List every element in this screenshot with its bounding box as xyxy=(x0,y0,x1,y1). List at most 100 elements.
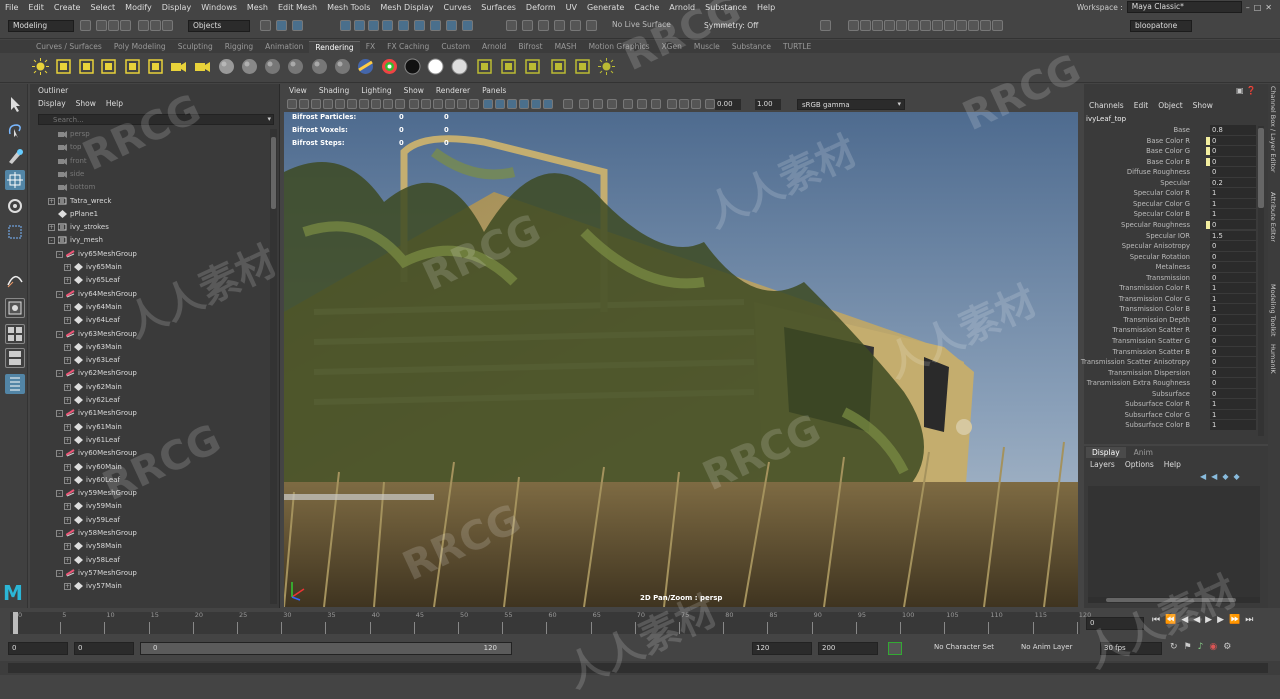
status-tool-icon[interactable] xyxy=(872,20,883,31)
channel-value[interactable]: 0 xyxy=(1210,251,1256,262)
side-tab[interactable]: Attribute Editor xyxy=(1269,192,1277,242)
outliner-item[interactable]: pPlane1 xyxy=(34,208,270,221)
lasso-tool-icon[interactable] xyxy=(5,120,25,140)
status-tool-icon[interactable] xyxy=(848,20,859,31)
channel-value[interactable]: 0 xyxy=(1210,314,1256,325)
menu-generate[interactable]: Generate xyxy=(582,3,629,12)
status-tool-icon[interactable] xyxy=(896,20,907,31)
range-slider[interactable]: 0 120 xyxy=(140,642,512,655)
menu-surfaces[interactable]: Surfaces xyxy=(476,3,521,12)
paint-select-icon[interactable] xyxy=(5,146,25,166)
channel-row[interactable]: Specular Roughness 0 xyxy=(1084,219,1256,231)
status-tool-icon[interactable] xyxy=(554,20,565,31)
channel-menu-show[interactable]: Show xyxy=(1193,101,1213,110)
channel-value[interactable]: 0 xyxy=(1210,219,1256,230)
channel-row[interactable]: Transmission 0 xyxy=(1084,272,1256,284)
channel-value[interactable]: 0.8 xyxy=(1210,125,1256,135)
shelf-tab-rendering[interactable]: Rendering xyxy=(309,41,360,53)
channel-row[interactable]: Transmission Extra Roughness 0 xyxy=(1084,378,1256,389)
channel-value[interactable]: 0 xyxy=(1210,135,1256,146)
expand-icon[interactable]: + xyxy=(64,317,71,325)
outliner-item[interactable]: + ivy58Leaf xyxy=(34,554,270,567)
outliner-menu-display[interactable]: Display xyxy=(38,99,66,108)
spot-light-icon[interactable] xyxy=(32,58,49,75)
channel-value[interactable]: 0 xyxy=(1210,325,1256,335)
outliner-item[interactable]: + ivy62Leaf xyxy=(34,394,270,407)
shelf-tab-curves-surfaces[interactable]: Curves / Surfaces xyxy=(30,41,108,53)
go-to-start-icon[interactable]: ⏮ xyxy=(1152,615,1160,625)
status-tool-icon[interactable] xyxy=(956,20,967,31)
expand-icon[interactable]: + xyxy=(48,197,55,205)
viewport-tool-icon[interactable] xyxy=(457,99,467,109)
search-dropdown-icon[interactable]: ▾ xyxy=(267,115,271,123)
volume-light-icon[interactable] xyxy=(124,58,141,75)
viewport-tool-icon[interactable] xyxy=(623,99,633,109)
outliner-item[interactable]: + ivy60Leaf xyxy=(34,474,270,487)
selection-mode-dropdown[interactable]: Objects xyxy=(188,20,250,32)
channel-value[interactable]: 0 xyxy=(1210,336,1256,346)
time-slider[interactable]: 0 5 10 15 20 25 30 35 40 45 50 55 60 65 70 75 80 85 90 95 10… xyxy=(0,608,1280,636)
channel-row[interactable]: Specular Anisotropy 0 xyxy=(1084,241,1256,252)
channel-row[interactable]: Diffuse Roughness 0 xyxy=(1084,167,1256,178)
status-tool-icon[interactable] xyxy=(80,20,91,31)
collapse-icon[interactable]: - xyxy=(56,450,63,458)
menu-mesh-tools[interactable]: Mesh Tools xyxy=(322,3,375,12)
time-slider-track[interactable] xyxy=(10,612,1080,634)
shelf-tab-muscle[interactable]: Muscle xyxy=(688,41,726,53)
outliner-item[interactable]: - ivy59MeshGroup xyxy=(34,487,270,500)
outliner-menu-help[interactable]: Help xyxy=(106,99,123,108)
phong-icon[interactable] xyxy=(264,58,281,75)
current-time-marker[interactable] xyxy=(13,612,18,634)
command-input[interactable] xyxy=(8,663,1268,673)
shelf-tab-sculpting[interactable]: Sculpting xyxy=(172,41,219,53)
step-forward-frame-icon[interactable]: ▶ xyxy=(1217,615,1224,625)
menu-uv[interactable]: UV xyxy=(561,3,582,12)
status-tool-icon[interactable] xyxy=(446,20,457,31)
live-surface-field[interactable]: No Live Surface xyxy=(608,20,694,32)
status-tool-icon[interactable] xyxy=(138,20,149,31)
viewport-tool-icon[interactable] xyxy=(383,99,393,109)
current-time-field[interactable]: 0 xyxy=(1086,617,1144,630)
channel-row[interactable]: Subsurface 0 xyxy=(1084,388,1256,400)
new-layer-selected-icon[interactable]: ◆ xyxy=(1233,472,1239,481)
channel-value[interactable]: 0 xyxy=(1210,262,1256,272)
channel-value[interactable]: 0.2 xyxy=(1210,177,1256,188)
viewport-tool-icon[interactable] xyxy=(433,99,443,109)
outliner-item[interactable]: + ivy64Main xyxy=(34,301,270,314)
channel-row[interactable]: Transmission Scatter Anisotropy 0 xyxy=(1081,357,1256,368)
layer-tab-anim[interactable]: Anim xyxy=(1128,447,1159,458)
expand-icon[interactable]: + xyxy=(64,357,71,365)
expand-icon[interactable]: + xyxy=(64,463,71,471)
outliner-item[interactable]: - ivy57MeshGroup xyxy=(34,567,270,580)
menu-file[interactable]: File xyxy=(0,3,23,12)
channel-box-scrollbar[interactable] xyxy=(1258,126,1264,436)
menu-substance[interactable]: Substance xyxy=(700,3,752,12)
channel-menu-channels[interactable]: Channels xyxy=(1089,101,1124,110)
viewport-tool-icon[interactable] xyxy=(287,99,297,109)
outliner-item[interactable]: + ivy57Main xyxy=(34,580,270,593)
viewport-tool-icon[interactable] xyxy=(469,99,479,109)
channel-value[interactable]: 0 xyxy=(1210,156,1256,167)
outliner-item[interactable]: + ivy65Leaf xyxy=(34,274,270,287)
collapse-icon[interactable]: - xyxy=(56,290,63,298)
side-tab[interactable]: HumanIK xyxy=(1269,344,1277,374)
batch-render-icon[interactable] xyxy=(574,58,591,75)
outliner-item[interactable]: + ivy63Main xyxy=(34,341,270,354)
collapse-icon[interactable]: - xyxy=(56,330,63,338)
blinn-icon[interactable] xyxy=(287,58,304,75)
channel-row[interactable]: Transmission Dispersion 0 xyxy=(1084,367,1256,379)
channel-value[interactable]: 1 xyxy=(1210,188,1256,198)
start-time-field[interactable]: 0 xyxy=(8,642,68,655)
viewport-tool-icon[interactable] xyxy=(335,99,345,109)
channel-value[interactable]: 0 xyxy=(1210,241,1256,251)
status-tool-icon[interactable] xyxy=(506,20,517,31)
expand-icon[interactable]: + xyxy=(64,556,71,564)
status-tool-icon[interactable] xyxy=(292,20,303,31)
menu-windows[interactable]: Windows xyxy=(196,3,242,12)
viewport-menu-show[interactable]: Show xyxy=(398,86,430,97)
expand-icon[interactable]: + xyxy=(64,264,71,271)
collapse-icon[interactable]: - xyxy=(56,569,63,577)
material-sphere-icon[interactable] xyxy=(218,58,235,75)
shelf-tab-bifrost[interactable]: Bifrost xyxy=(512,41,548,53)
menu-cache[interactable]: Cache xyxy=(629,3,664,12)
